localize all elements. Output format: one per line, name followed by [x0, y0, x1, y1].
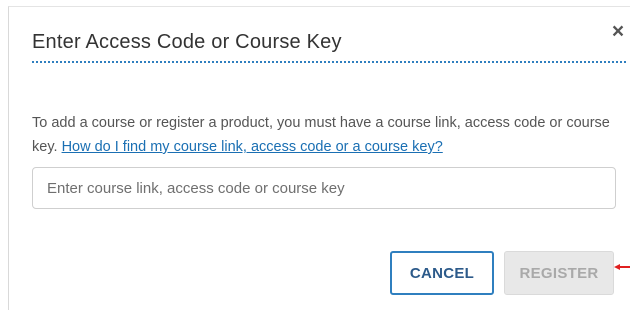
- dialog-description: To add a course or register a product, y…: [32, 111, 628, 159]
- title-divider: [32, 61, 626, 63]
- close-icon[interactable]: ×: [609, 21, 627, 42]
- access-code-dialog: Enter Access Code or Course Key × To add…: [8, 6, 630, 310]
- cancel-button[interactable]: CANCEL: [390, 251, 494, 295]
- red-arrow-icon: [614, 264, 630, 270]
- access-code-input[interactable]: [32, 167, 616, 209]
- help-link[interactable]: How do I find my course link, access cod…: [62, 139, 443, 155]
- register-button[interactable]: REGISTER: [504, 251, 614, 295]
- dialog-title: Enter Access Code or Course Key: [32, 31, 342, 53]
